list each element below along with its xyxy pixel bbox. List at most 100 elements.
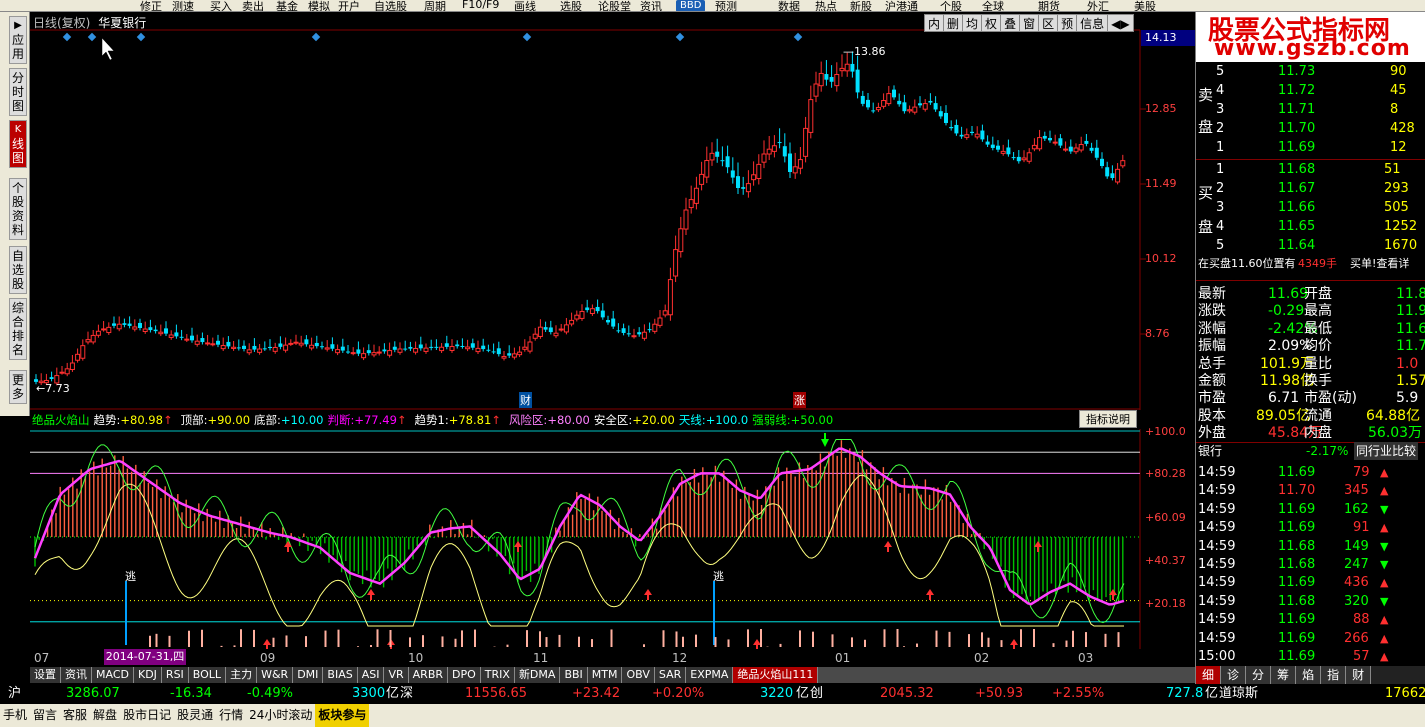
indicator-tab[interactable]: 绝品火焰山111 [733, 667, 819, 683]
quote-panel-tab[interactable]: 细 [1196, 666, 1222, 684]
chart-tool-button[interactable]: 窗 [1019, 14, 1040, 32]
toolbar-item[interactable]: 开户 [338, 0, 360, 11]
indicator-tab[interactable]: DPO [448, 667, 481, 683]
quote-panel-tab[interactable]: 诊 [1221, 666, 1247, 684]
tick-row: 15:00 11.69 57 ▲ [1196, 648, 1425, 666]
indicator-tab[interactable]: 主力 [226, 667, 258, 683]
indicator-tab[interactable]: 资讯 [61, 667, 92, 683]
chart-tool-button[interactable]: 删 [943, 14, 964, 32]
indicator-tab[interactable]: MTM [587, 667, 623, 683]
toolbar-item[interactable]: 外汇 [1087, 0, 1109, 11]
toolbar-item[interactable]: 基金 [276, 0, 298, 11]
indicator-tab[interactable]: ARBR [408, 667, 449, 683]
indicator-tab[interactable]: BBI [560, 667, 588, 683]
bottom-bar-item[interactable]: 留言 [30, 704, 60, 727]
sector-name: 银行 [1198, 444, 1223, 458]
indicator-tab[interactable]: SAR [654, 667, 687, 683]
toolbar-item[interactable]: 画线 [514, 0, 536, 11]
level-volume: 8 [1390, 102, 1399, 117]
bbd-button[interactable]: BBD [676, 0, 706, 11]
bottom-bar-item[interactable]: 解盘 [90, 704, 120, 727]
chart-tool-button[interactable]: 信息 [1076, 14, 1109, 32]
chart-tool-button[interactable]: ◀▶ [1107, 14, 1134, 32]
left-tab-3[interactable]: 个股资料 [9, 178, 27, 240]
left-tab-1[interactable]: 分时图 [9, 68, 27, 116]
quote-panel-tab[interactable]: 筹 [1271, 666, 1297, 684]
bottom-bar-item[interactable]: 股市日记 [120, 704, 174, 727]
indicator-field-value: +50.00 [790, 413, 834, 427]
quote-panel-tab[interactable]: 分 [1246, 666, 1272, 684]
chart-tool-button[interactable]: 内 [924, 14, 945, 32]
toolbar-item[interactable]: 周期 [424, 0, 446, 11]
toolbar-item[interactable]: 全球 [982, 0, 1004, 11]
candle-body-up [1021, 157, 1027, 161]
quote-value: 11.69 [1268, 286, 1309, 302]
toolbar-item[interactable]: 个股 [940, 0, 962, 11]
indicator-tab[interactable]: RSI [161, 667, 189, 683]
rise-marker[interactable]: 涨 [793, 392, 806, 408]
toolbar-item[interactable]: F10/F9 [462, 0, 499, 11]
left-tab-2[interactable]: K 线图 [9, 120, 27, 168]
toolbar-item[interactable]: 预测 [715, 0, 737, 11]
sector-compare-button[interactable]: 同行业比较 [1354, 442, 1419, 460]
financial-marker[interactable]: 财 [519, 392, 532, 408]
indicator-tab[interactable]: MACD [92, 667, 134, 683]
bottom-bar-item[interactable]: 24小时滚动 [246, 704, 315, 727]
left-tab-4[interactable]: 自选股 [9, 246, 27, 294]
indicator-tab[interactable]: W&R [257, 667, 294, 683]
toolbar-item[interactable]: 论股堂 [598, 0, 631, 11]
indicator-chart[interactable] [30, 429, 1195, 649]
buy-level-row: 2 11.67 293 [1196, 180, 1425, 198]
indicator-tab[interactable]: EXPMA [686, 667, 734, 683]
toolbar-item[interactable]: 卖出 [242, 0, 264, 11]
indicator-tab[interactable]: 新DMA [514, 667, 561, 683]
kline-chart[interactable] [30, 12, 1195, 410]
chart-tool-button[interactable]: 权 [981, 14, 1002, 32]
left-tab-6[interactable]: 更多 [9, 370, 27, 404]
toolbar-item[interactable]: 资讯 [640, 0, 662, 11]
toolbar-item[interactable]: 热点 [815, 0, 837, 11]
indicator-tab[interactable]: BIAS [323, 667, 358, 683]
toolbar-item[interactable]: 美股 [1134, 0, 1156, 11]
toolbar-item[interactable]: 测速 [172, 0, 194, 11]
toolbar-item[interactable]: 沪港通 [885, 0, 918, 11]
quote-panel-tab[interactable]: 指 [1321, 666, 1347, 684]
bottom-bar-item[interactable]: 客服 [60, 704, 90, 727]
indicator-tab[interactable]: TRIX [480, 667, 515, 683]
indicator-tab[interactable]: BOLL [188, 667, 227, 683]
toolbar-item[interactable]: 新股 [850, 0, 872, 11]
chart-tool-button[interactable]: 叠 [1000, 14, 1021, 32]
chart-tool-button[interactable]: 预 [1057, 14, 1078, 32]
left-tab-5[interactable]: 综合排名 [9, 298, 27, 360]
left-tab-0[interactable]: ▶ 应用 [9, 16, 27, 64]
indicator-tab[interactable]: KDJ [133, 667, 162, 683]
sh-change: -16.34 [170, 686, 212, 701]
candle-body-down [252, 345, 257, 350]
toolbar-item[interactable]: 期货 [1038, 0, 1060, 11]
toolbar-item[interactable]: 买入 [210, 0, 232, 11]
indicator-explain-button[interactable]: 指标说明 [1079, 410, 1137, 428]
candle-body-up [1026, 152, 1032, 162]
toolbar-item[interactable]: 模拟 [308, 0, 330, 11]
toolbar-item[interactable]: 数据 [778, 0, 800, 11]
toolbar-item[interactable]: 选股 [560, 0, 582, 11]
bottom-bar-item[interactable]: 行情 [216, 704, 246, 727]
quote-panel-tab[interactable]: 财 [1346, 666, 1372, 684]
buy-level-row: 4 11.65 1252 [1196, 218, 1425, 236]
indicator-tab[interactable]: VR [384, 667, 409, 683]
chart-tool-button[interactable]: 均 [962, 14, 983, 32]
indicator-tab[interactable]: DMI [293, 667, 324, 683]
indicator-tab[interactable]: OBV [622, 667, 655, 683]
indicator-tab[interactable]: ASI [357, 667, 385, 683]
bottom-bar-item[interactable]: 手机 [0, 704, 30, 727]
chart-tool-button[interactable]: 区 [1038, 14, 1059, 32]
bottom-bar-item[interactable]: 板块参与 [315, 704, 370, 727]
cy-label: 创 [810, 686, 824, 701]
bottom-bar-item[interactable]: 股灵通 [174, 704, 216, 727]
order-link[interactable]: 买单!查看详 [1350, 255, 1409, 273]
indicator-tab[interactable]: 设置 [30, 667, 61, 683]
toolbar-item[interactable]: 自选股 [374, 0, 407, 11]
toolbar-item[interactable]: 修正 [140, 0, 162, 11]
quote-panel-tab[interactable]: 焰 [1296, 666, 1322, 684]
stock-terminal-window: 修正 测速 买入 卖出 基金 模拟 开户 自选股 周期 F10/F9 画线 选股 论股堂 资讯 预测 数据 热点… [0, 0, 1425, 727]
